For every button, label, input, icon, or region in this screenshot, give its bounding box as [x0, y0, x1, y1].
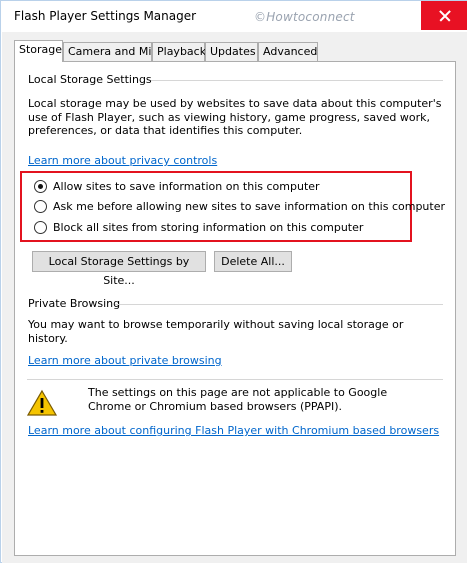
local-storage-description: Local storage may be used by websites to…: [28, 97, 442, 137]
settings-by-site-button[interactable]: Local Storage Settings by Site...: [32, 251, 206, 287]
private-browsing-description: You may want to browse temporarily witho…: [28, 318, 404, 345]
option-allow[interactable]: Allow sites to save information on this …: [34, 178, 320, 194]
notice-divider: [27, 379, 443, 380]
tab-playback[interactable]: Playback: [152, 42, 206, 61]
settings-window: Flash Player Settings Manager ©Howtoconn…: [0, 0, 467, 563]
option-block[interactable]: Block all sites from storing information…: [34, 219, 363, 235]
private-browsing-heading: Private Browsing: [28, 297, 121, 310]
local-storage-heading: Local Storage Settings: [28, 73, 152, 86]
option-allow-label: Allow sites to save information on this …: [53, 179, 320, 193]
tab-camera-and-mic[interactable]: Camera and Mic: [63, 42, 157, 61]
delete-all-button[interactable]: Delete All...: [214, 251, 292, 272]
title-bar[interactable]: Flash Player Settings Manager ©Howtoconn…: [1, 1, 467, 32]
group-divider: [151, 80, 443, 81]
watermark: ©Howtoconnect: [254, 10, 355, 24]
radio-ask[interactable]: [34, 199, 47, 213]
option-ask-label: Ask me before allowing new sites to save…: [53, 199, 445, 213]
tab-updates[interactable]: Updates: [205, 42, 258, 61]
radio-allow[interactable]: [34, 179, 47, 193]
storage-panel: Local Storage Settings Local storage may…: [14, 61, 456, 556]
option-block-label: Block all sites from storing information…: [53, 220, 364, 234]
dialog-client: Storage Camera and Mic Playback Updates …: [2, 32, 467, 563]
close-button[interactable]: [421, 1, 467, 30]
radio-block[interactable]: [34, 220, 47, 234]
option-ask[interactable]: Ask me before allowing new sites to save…: [34, 198, 445, 214]
warning-icon: [27, 389, 57, 416]
tab-storage[interactable]: Storage: [14, 40, 63, 62]
privacy-controls-link[interactable]: Learn more about privacy controls: [28, 154, 217, 167]
private-browsing-link[interactable]: Learn more about private browsing: [28, 354, 222, 367]
group-divider: [115, 304, 443, 305]
window-title: Flash Player Settings Manager: [14, 9, 197, 23]
tab-advanced[interactable]: Advanced: [258, 42, 318, 61]
chromium-config-link[interactable]: Learn more about configuring Flash Playe…: [28, 424, 439, 437]
notice-text: The settings on this page are not applic…: [88, 386, 388, 413]
